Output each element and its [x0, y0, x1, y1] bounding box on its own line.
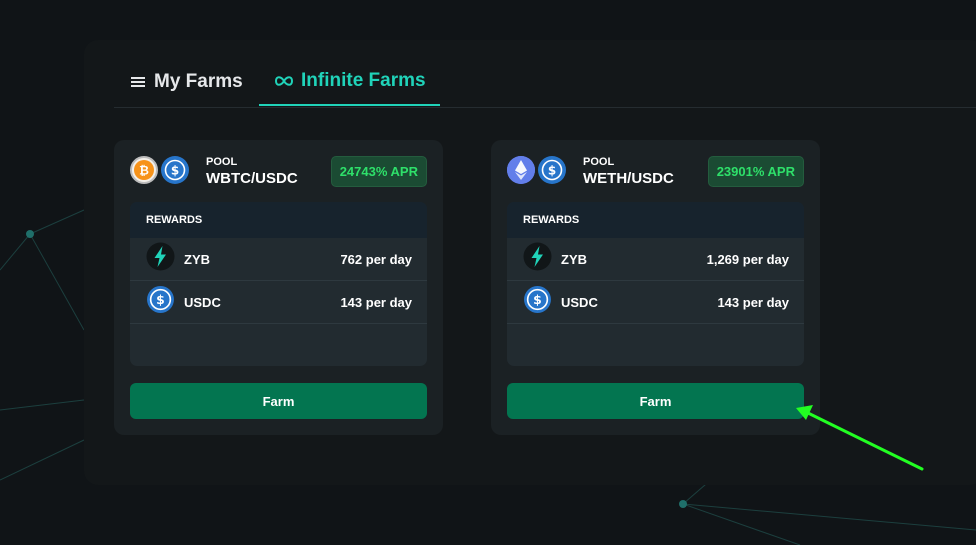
- ethereum-icon: [507, 156, 535, 184]
- farm-button[interactable]: Farm: [507, 383, 804, 419]
- usdc-icon: $: [146, 285, 175, 319]
- bitcoin-icon: ₿: [130, 156, 158, 184]
- usdc-icon: $: [523, 285, 552, 319]
- rewards-box: REWARDS ZYB 762 per day $ USDC 143 per d…: [130, 202, 427, 366]
- token-pair: $: [507, 156, 566, 184]
- pool-label: POOL: [583, 156, 615, 168]
- farm-card-wbtc-usdc: ₿ $ POOL WBTC/USDC 24743% APR REWARDS ZY…: [114, 140, 443, 435]
- svg-text:$: $: [171, 164, 179, 178]
- tab-label: My Farms: [154, 71, 243, 92]
- pool-name: WBTC/USDC: [206, 170, 298, 187]
- rewards-box: REWARDS ZYB 1,269 per day $ USDC 143 per…: [507, 202, 804, 366]
- farm-tabs: My Farms Infinite Farms: [114, 58, 976, 108]
- reward-amount: 1,269 per day: [706, 251, 789, 267]
- apr-badge: 24743% APR: [330, 156, 427, 187]
- zyb-bolt-icon: [146, 242, 175, 276]
- infinity-icon: [275, 75, 293, 87]
- list-icon: [130, 75, 146, 89]
- svg-text:$: $: [156, 292, 165, 307]
- reward-token: ZYB: [184, 251, 210, 267]
- reward-token: USDC: [184, 294, 221, 310]
- reward-amount: 143 per day: [717, 294, 789, 310]
- reward-amount: 762 per day: [340, 251, 412, 267]
- usdc-icon: $: [161, 156, 189, 184]
- farm-card-weth-usdc: $ POOL WETH/USDC 23901% APR REWARDS ZYB …: [491, 140, 820, 435]
- pool-label: POOL: [206, 156, 238, 168]
- svg-text:$: $: [533, 292, 542, 307]
- tab-my-farms[interactable]: My Farms: [130, 58, 243, 106]
- rewards-header: REWARDS: [130, 202, 427, 238]
- svg-text:$: $: [548, 164, 556, 178]
- farm-button[interactable]: Farm: [130, 383, 427, 419]
- rewards-header: REWARDS: [507, 202, 804, 238]
- reward-row: $ USDC 143 per day: [507, 281, 804, 324]
- reward-row: ZYB 1,269 per day: [507, 238, 804, 281]
- apr-badge: 23901% APR: [707, 156, 804, 187]
- usdc-icon: $: [538, 156, 566, 184]
- svg-text:₿: ₿: [139, 164, 149, 178]
- reward-token: USDC: [561, 294, 598, 310]
- reward-row: ZYB 762 per day: [130, 238, 427, 281]
- tab-infinite-farms[interactable]: Infinite Farms: [259, 58, 440, 106]
- zyb-bolt-icon: [523, 242, 552, 276]
- reward-amount: 143 per day: [340, 294, 412, 310]
- tab-label: Infinite Farms: [301, 70, 426, 91]
- token-pair: ₿ $: [130, 156, 189, 184]
- reward-token: ZYB: [561, 251, 587, 267]
- pool-name: WETH/USDC: [583, 170, 674, 187]
- reward-row: $ USDC 143 per day: [130, 281, 427, 324]
